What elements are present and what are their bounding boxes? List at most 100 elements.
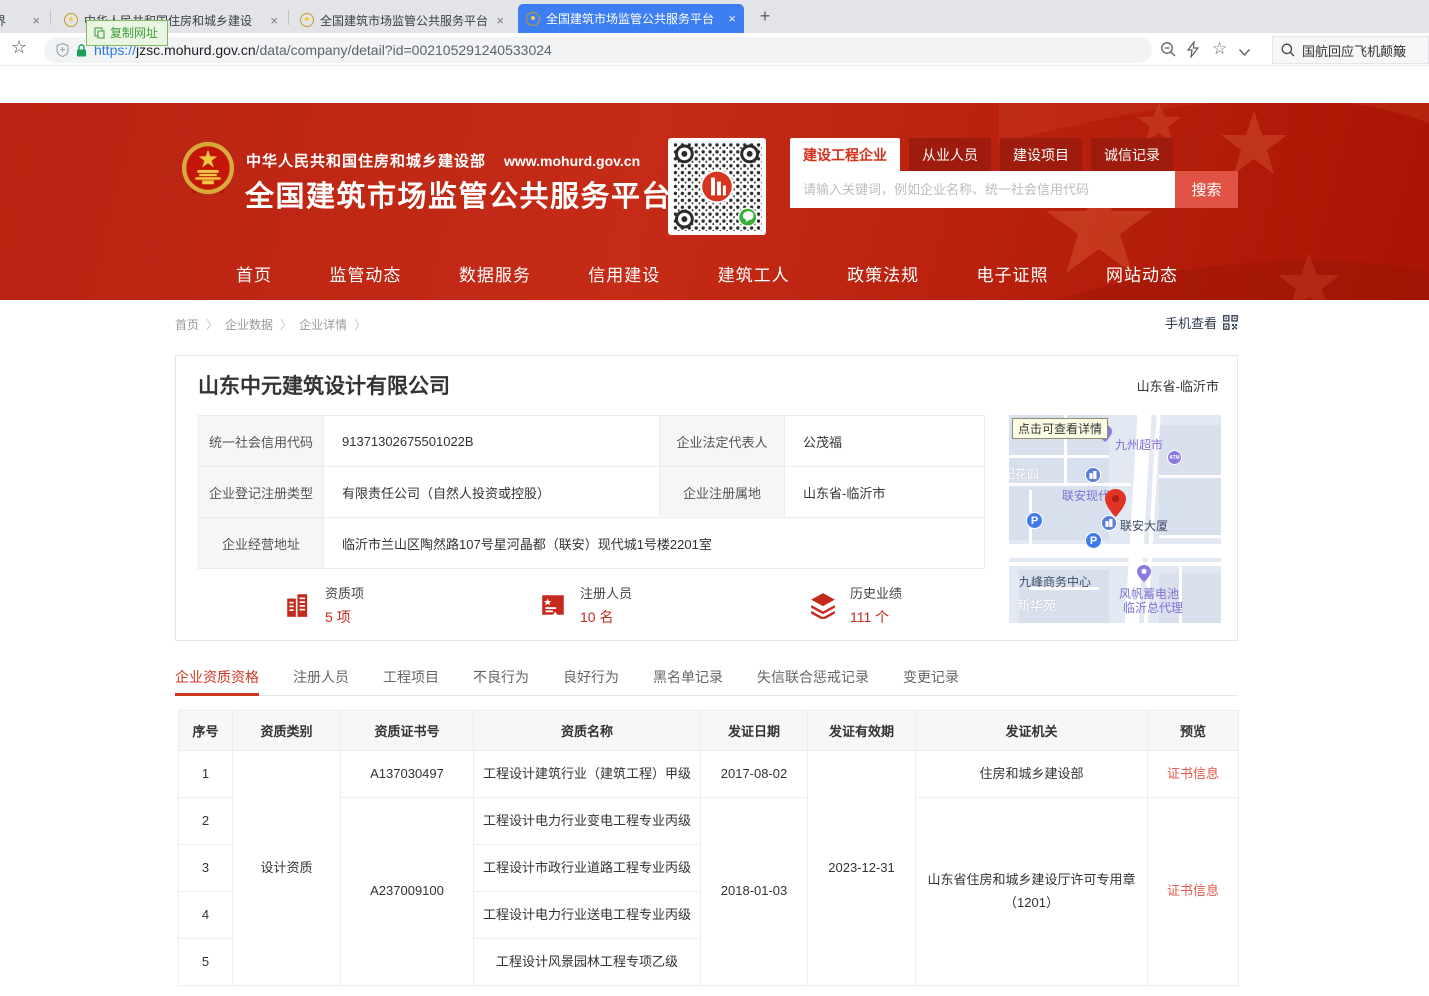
col-cert-no: 资质证书号 <box>341 711 474 751</box>
chevron-down-icon[interactable] <box>1238 44 1251 62</box>
nav-item-data-service[interactable]: 数据服务 <box>459 261 531 286</box>
tab-qualifications[interactable]: 企业资质资格 <box>175 666 259 696</box>
mobile-view-button[interactable]: 手机查看 <box>1165 313 1238 332</box>
cell-name: 工程设计电力行业送电工程专业丙级 <box>474 892 701 939</box>
crumb-detail[interactable]: 企业详情 <box>299 316 347 333</box>
cell-name: 工程设计风景园林工程专项乙级 <box>474 939 701 986</box>
tab-blacklist[interactable]: 黑名单记录 <box>653 666 723 696</box>
lightning-icon[interactable] <box>1186 41 1200 63</box>
breadcrumb: 首页〉 企业数据〉 企业详情〉 <box>175 316 366 333</box>
cell-no: 3 <box>179 845 233 892</box>
certificate-info-link[interactable]: 证书信息 <box>1167 883 1219 898</box>
cell-no: 2 <box>179 798 233 845</box>
tab-close-icon[interactable]: × <box>496 13 504 28</box>
cell-preview: 证书信息 <box>1148 798 1239 986</box>
tab-close-icon[interactable]: × <box>270 13 278 28</box>
nav-item-policy[interactable]: 政策法规 <box>847 261 919 286</box>
building-poi-icon <box>1085 467 1101 483</box>
nav-item-news[interactable]: 网站动态 <box>1106 261 1178 286</box>
main-nav: 首页 监管动态 数据服务 信用建设 建筑工人 政策法规 电子证照 网站动态 <box>236 261 1178 286</box>
cell-no: 5 <box>179 939 233 986</box>
address-bar[interactable]: https://jzsc.mohurd.gov.cn/data/company/… <box>44 37 1152 63</box>
tab-bad-behavior[interactable]: 不良行为 <box>473 666 529 696</box>
cell-cert-no: A237009100 <box>341 798 474 986</box>
search-tab-credit[interactable]: 诚信记录 <box>1091 138 1173 171</box>
search-category-tabs: 建设工程企业 从业人员 建设项目 诚信记录 <box>790 138 1238 171</box>
browser-tab-active[interactable]: 全国建筑市场监管公共服务平台 × <box>518 4 744 33</box>
search-button[interactable]: 搜索 <box>1175 171 1238 208</box>
header-search-module: 建设工程企业 从业人员 建设项目 诚信记录 搜索 <box>790 138 1238 208</box>
address-label: 企业经营地址 <box>199 518 324 569</box>
search-tab-enterprise[interactable]: 建设工程企业 <box>790 138 900 171</box>
reg-place-label: 企业注册属地 <box>660 467 785 518</box>
tab-registered-personnel[interactable]: 注册人员 <box>293 666 349 696</box>
building-icon <box>284 591 312 619</box>
browser-hot-search[interactable] <box>1272 36 1429 64</box>
cell-category: 设计资质 <box>233 751 341 986</box>
tab-projects[interactable]: 工程项目 <box>383 666 439 696</box>
search-tab-personnel[interactable]: 从业人员 <box>909 138 991 171</box>
nav-item-credit[interactable]: 信用建设 <box>588 261 660 286</box>
atm-icon: ATM <box>1167 450 1182 465</box>
browser-tab-strip: 界 × 中华人民共和国住房和城乡建设 × 全国建筑市场监管公共服务平台 × 全国… <box>0 0 1429 33</box>
table-row: 企业经营地址 临沂市兰山区陶然路107号星河晶都（联安）现代城1号楼2201室 <box>199 518 985 569</box>
cell-issue-date: 2018-01-03 <box>701 798 808 986</box>
nav-item-certificate[interactable]: 电子证照 <box>977 261 1049 286</box>
table-row: 1 设计资质 A137030497 工程设计建筑行业（建筑工程）甲级 2017-… <box>179 751 1239 798</box>
nav-item-supervision[interactable]: 监管动态 <box>329 261 401 286</box>
stat-track-record: 历史业绩111 个 <box>809 583 902 627</box>
location-map[interactable]: 点击可查看详情 九州超市 ATM 纪花园 联安现代城 联安大厦 P P 九峰商务… <box>1009 415 1221 623</box>
map-road <box>1159 475 1221 478</box>
breadcrumb-row: 首页〉 企业数据〉 企业详情〉 手机查看 <box>175 313 1238 335</box>
crumb-enterprise-data[interactable]: 企业数据 <box>225 316 273 333</box>
tab-dishonesty[interactable]: 失信联合惩戒记录 <box>757 666 869 696</box>
tab-close-icon[interactable]: × <box>728 11 736 26</box>
legal-rep-value: 公茂福 <box>785 416 985 467</box>
reg-type-label: 企业登记注册类型 <box>199 467 324 518</box>
cell-no: 1 <box>179 751 233 798</box>
tab-change-records[interactable]: 变更记录 <box>903 666 959 696</box>
col-preview: 预览 <box>1148 711 1239 751</box>
shield-icon[interactable] <box>56 43 69 57</box>
table-header-row: 序号 资质类别 资质证书号 资质名称 发证日期 发证有效期 发证机关 预览 <box>179 711 1239 751</box>
col-no: 序号 <box>179 711 233 751</box>
zoom-out-icon[interactable] <box>1160 41 1177 63</box>
cell-name: 工程设计市政行业道路工程专业丙级 <box>474 845 701 892</box>
company-location-pin <box>1105 489 1126 517</box>
building-poi-icon <box>1101 515 1117 531</box>
layers-icon <box>809 591 837 619</box>
map-label-garden: 纪花园 <box>1009 465 1039 482</box>
tab-good-behavior[interactable]: 良好行为 <box>563 666 619 696</box>
site-header: 中华人民共和国住房和城乡建设部www.mohurd.gov.cn 全国建筑市场监… <box>0 103 1429 300</box>
stat-qualifications: 资质项5 项 <box>284 583 364 627</box>
legal-rep-label: 企业法定代表人 <box>660 416 785 467</box>
col-authority: 发证机关 <box>916 711 1148 751</box>
ministry-name: 中华人民共和国住房和城乡建设部www.mohurd.gov.cn <box>246 150 640 171</box>
detail-tabs: 企业资质资格 注册人员 工程项目 不良行为 良好行为 黑名单记录 失信联合惩戒记… <box>175 666 1238 696</box>
keyword-search-input[interactable] <box>790 171 1175 208</box>
nav-item-home[interactable]: 首页 <box>236 261 272 286</box>
browser-tab-jzsc[interactable]: 全国建筑市场监管公共服务平台 × <box>292 7 512 33</box>
search-row: 搜索 <box>790 171 1238 208</box>
map-tooltip: 点击可查看详情 <box>1012 418 1108 439</box>
platform-title: 全国建筑市场监管公共服务平台 <box>245 173 672 215</box>
company-info-table: 统一社会信用代码 91371302675501022B 企业法定代表人 公茂福 … <box>198 415 985 569</box>
favorite-star-icon[interactable]: ☆ <box>1212 39 1227 59</box>
cell-authority: 山东省住房和城乡建设厅许可专用章 （1201） <box>916 798 1148 986</box>
cell-valid-until: 2023-12-31 <box>808 751 916 986</box>
credit-code-value: 91371302675501022B <box>324 416 660 467</box>
tab-close-icon[interactable]: × <box>32 13 40 28</box>
nav-item-workers[interactable]: 建筑工人 <box>718 261 790 286</box>
ministry-url: www.mohurd.gov.cn <box>504 153 640 169</box>
search-tab-project[interactable]: 建设项目 <box>1000 138 1082 171</box>
crumb-home[interactable]: 首页 <box>175 316 199 333</box>
company-card: 山东中元建筑设计有限公司 山东省-临沂市 统一社会信用代码 9137130267… <box>175 355 1238 641</box>
certificate-icon <box>539 591 567 619</box>
bookmark-star-icon[interactable]: ☆ <box>11 37 27 58</box>
cell-name: 工程设计电力行业变电工程专业丙级 <box>474 798 701 845</box>
col-name: 资质名称 <box>474 711 701 751</box>
new-tab-button[interactable]: + <box>753 5 777 29</box>
hot-search-input[interactable] <box>1302 43 1420 58</box>
certificate-info-link[interactable]: 证书信息 <box>1167 766 1219 781</box>
browser-tab-partial[interactable]: 界 × <box>0 7 48 33</box>
